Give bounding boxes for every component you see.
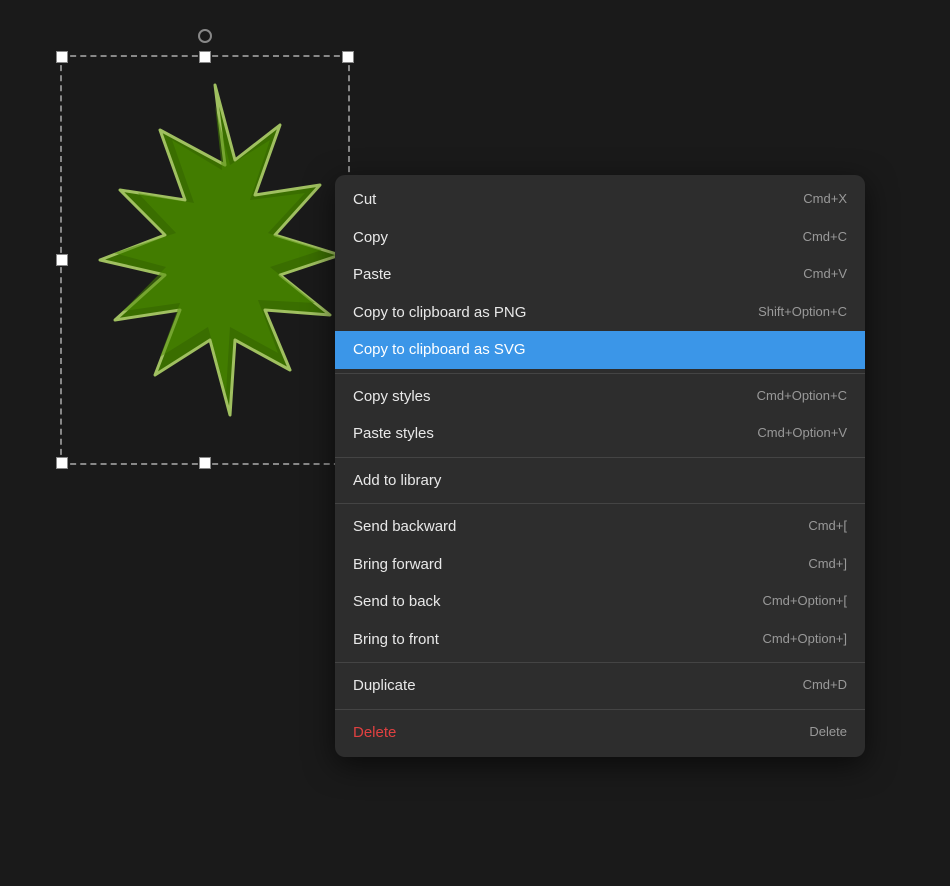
menu-item-paste-styles[interactable]: Paste styles Cmd+Option+V — [335, 415, 865, 453]
menu-item-shortcut-send-backward: Cmd+[ — [808, 518, 847, 535]
star-shape — [80, 75, 350, 455]
menu-item-label-add-library: Add to library — [353, 471, 441, 491]
handle-bottom-middle[interactable] — [199, 457, 211, 469]
menu-item-duplicate[interactable]: Duplicate Cmd+D — [335, 667, 865, 705]
menu-item-shortcut-delete: Delete — [809, 724, 847, 741]
menu-item-label-cut: Cut — [353, 190, 376, 210]
menu-item-label-bring-forward: Bring forward — [353, 555, 442, 575]
menu-divider-5 — [335, 709, 865, 710]
menu-item-bring-to-front[interactable]: Bring to front Cmd+Option+] — [335, 621, 865, 659]
menu-item-label-paste-styles: Paste styles — [353, 424, 434, 444]
menu-item-shortcut-bring-to-front: Cmd+Option+] — [762, 631, 847, 648]
handle-top-left[interactable] — [56, 51, 68, 63]
menu-item-shortcut-copy-styles: Cmd+Option+C — [757, 388, 847, 405]
menu-item-label-copy-svg: Copy to clipboard as SVG — [353, 340, 526, 360]
menu-item-label-bring-to-front: Bring to front — [353, 630, 439, 650]
menu-item-shortcut-copy: Cmd+C — [803, 229, 847, 246]
menu-item-label-copy: Copy — [353, 228, 388, 248]
menu-item-shortcut-copy-png: Shift+Option+C — [758, 304, 847, 321]
menu-item-shortcut-bring-forward: Cmd+] — [808, 556, 847, 573]
menu-item-add-library[interactable]: Add to library — [335, 462, 865, 500]
menu-item-delete[interactable]: Delete Delete — [335, 714, 865, 752]
menu-item-label-send-backward: Send backward — [353, 517, 456, 537]
menu-item-cut[interactable]: Cut Cmd+X — [335, 181, 865, 219]
handle-middle-left[interactable] — [56, 254, 68, 266]
menu-item-label-duplicate: Duplicate — [353, 676, 416, 696]
menu-item-shortcut-paste-styles: Cmd+Option+V — [757, 425, 847, 442]
menu-item-label-paste: Paste — [353, 265, 391, 285]
menu-item-send-backward[interactable]: Send backward Cmd+[ — [335, 508, 865, 546]
handle-top-middle[interactable] — [199, 51, 211, 63]
menu-item-label-copy-png: Copy to clipboard as PNG — [353, 303, 526, 323]
menu-item-shortcut-duplicate: Cmd+D — [803, 677, 847, 694]
menu-divider-3 — [335, 503, 865, 504]
menu-divider-1 — [335, 373, 865, 374]
menu-item-send-to-back[interactable]: Send to back Cmd+Option+[ — [335, 583, 865, 621]
canvas: Cut Cmd+X Copy Cmd+C Paste Cmd+V Copy to clipb… — [0, 0, 950, 886]
menu-item-label-copy-styles: Copy styles — [353, 387, 431, 407]
handle-top-right[interactable] — [342, 51, 354, 63]
menu-item-copy-svg[interactable]: Copy to clipboard as SVG — [335, 331, 865, 369]
menu-item-copy[interactable]: Copy Cmd+C — [335, 219, 865, 257]
menu-item-shortcut-send-to-back: Cmd+Option+[ — [762, 593, 847, 610]
rotation-handle[interactable] — [198, 29, 212, 43]
menu-divider-2 — [335, 457, 865, 458]
menu-item-copy-png[interactable]: Copy to clipboard as PNG Shift+Option+C — [335, 294, 865, 332]
menu-item-label-delete: Delete — [353, 723, 396, 743]
menu-item-bring-forward[interactable]: Bring forward Cmd+] — [335, 546, 865, 584]
context-menu: Cut Cmd+X Copy Cmd+C Paste Cmd+V Copy to clipb… — [335, 175, 865, 757]
menu-divider-4 — [335, 662, 865, 663]
menu-item-paste[interactable]: Paste Cmd+V — [335, 256, 865, 294]
menu-item-shortcut-paste: Cmd+V — [803, 266, 847, 283]
menu-item-shortcut-cut: Cmd+X — [803, 191, 847, 208]
menu-item-copy-styles[interactable]: Copy styles Cmd+Option+C — [335, 378, 865, 416]
handle-bottom-left[interactable] — [56, 457, 68, 469]
menu-item-label-send-to-back: Send to back — [353, 592, 441, 612]
